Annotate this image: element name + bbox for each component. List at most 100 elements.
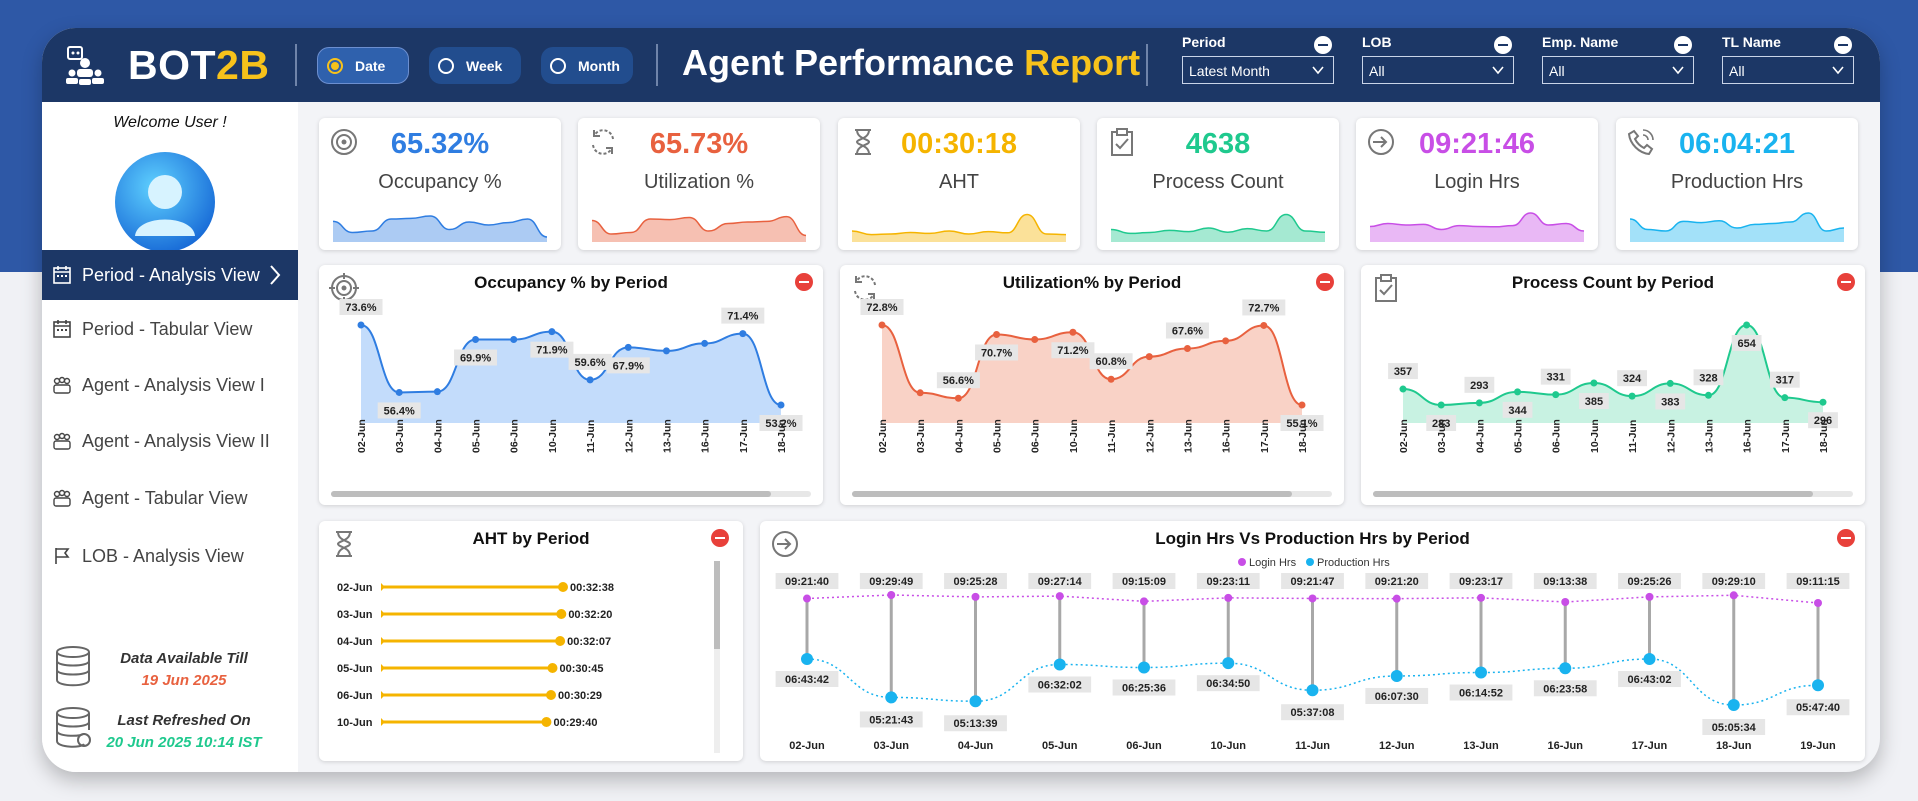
login-point[interactable] [1224,593,1233,602]
login-point[interactable] [1140,597,1148,606]
sidebar-item-label: Agent - Tabular View [82,487,248,508]
data-point[interactable] [1819,398,1827,406]
data-point[interactable] [1298,401,1306,409]
data-point[interactable] [739,330,747,338]
production-point[interactable] [801,653,813,665]
data-point[interactable] [1069,328,1077,336]
data-point[interactable] [916,389,924,397]
aht-point[interactable] [555,636,566,646]
data-point[interactable] [1704,391,1712,399]
scrollbar-thumb[interactable] [1373,491,1813,497]
login-value-label: 09:27:14 [1038,576,1083,588]
y-tick-label: 02-Jun [337,582,373,594]
data-point[interactable] [1031,335,1039,343]
sidebar-item-agent-analysis-view-ii[interactable]: Agent - Analysis View II [42,416,298,466]
data-point[interactable] [548,328,556,336]
production-point[interactable] [1222,657,1235,670]
sidebar-item-lob-analysis-view[interactable]: LOB - Analysis View [42,531,298,581]
production-point[interactable] [885,691,898,704]
data-point[interactable] [1514,388,1522,396]
production-point[interactable] [1475,666,1487,679]
aht-point[interactable] [556,609,567,619]
filter-period-select[interactable]: Latest Month [1182,56,1334,84]
data-point[interactable] [1145,353,1153,361]
data-point[interactable] [954,394,962,402]
data-point[interactable] [357,321,365,329]
data-point[interactable] [1590,379,1598,387]
x-tick-label: 04-Jun [432,419,444,453]
production-point[interactable] [1643,653,1656,666]
data-point[interactable] [1552,391,1560,399]
production-point[interactable] [1559,662,1572,675]
data-point[interactable] [510,336,518,344]
data-point[interactable] [1437,401,1445,409]
data-point[interactable] [701,339,709,347]
data-point[interactable] [1222,337,1230,345]
x-tick-label: 10-Jun [1211,740,1247,752]
login-point[interactable] [1645,592,1654,601]
aht-point[interactable] [541,717,552,727]
data-label: 293 [1470,380,1488,392]
granularity-date-button[interactable]: Date [317,47,409,84]
sidebar-item-label: Period - Tabular View [82,318,253,339]
data-point[interactable] [624,343,632,351]
production-point[interactable] [1053,658,1066,671]
login-point[interactable] [887,591,896,599]
login-point[interactable] [1392,594,1401,603]
data-point[interactable] [1183,345,1191,353]
login-point[interactable] [1561,597,1570,606]
data-point[interactable] [1260,321,1268,329]
login-point[interactable] [1814,599,1822,607]
data-point[interactable] [1781,394,1789,402]
filter-tl-name-select[interactable]: All [1722,56,1854,84]
filter-tl-name-clear-icon[interactable] [1834,36,1852,54]
filter-lob-select[interactable]: All [1362,56,1514,84]
sidebar-item-agent-tabular-view[interactable]: Agent - Tabular View [42,473,298,523]
login-point[interactable] [803,594,811,603]
filter-lob-clear-icon[interactable] [1494,36,1512,54]
login-point[interactable] [1308,594,1317,603]
production-point[interactable] [969,695,982,708]
login-point[interactable] [1477,593,1485,602]
x-tick-label: 06-Jun [1551,419,1563,453]
scrollbar-thumb[interactable] [852,491,1292,497]
data-point[interactable] [586,376,594,384]
login-point[interactable] [1729,591,1738,600]
granularity-week-button[interactable]: Week [429,47,521,84]
production-point[interactable] [1306,684,1319,697]
production-point[interactable] [1138,661,1150,674]
granularity-month-button[interactable]: Month [541,47,633,84]
data-point[interactable] [433,388,441,396]
x-tick-label: 02-Jun [789,740,825,752]
aht-point[interactable] [546,690,557,700]
sidebar-item-period-analysis-view[interactable]: Period - Analysis View [42,250,298,300]
filter-emp-name-clear-icon[interactable] [1674,36,1692,54]
data-point[interactable] [777,401,785,409]
login-point[interactable] [971,592,980,601]
aht-point[interactable] [558,582,568,592]
data-point[interactable] [1666,379,1674,387]
filter-emp-name-select[interactable]: All [1542,56,1694,84]
data-point[interactable] [395,388,403,396]
production-point[interactable] [1390,669,1403,682]
data-point[interactable] [1743,321,1751,329]
sidebar-item-agent-analysis-view-i[interactable]: Agent - Analysis View I [42,360,298,410]
x-tick-label: 11-Jun [1627,420,1639,453]
aht-bar-start [381,583,385,591]
data-point[interactable] [1628,392,1636,400]
scrollbar-thumb[interactable] [714,561,720,649]
aht-point[interactable] [547,663,558,673]
data-point[interactable] [1399,385,1407,393]
sidebar-item-period-tabular-view[interactable]: Period - Tabular View [42,304,298,354]
production-point[interactable] [1812,679,1824,692]
filter-period-clear-icon[interactable] [1314,36,1332,54]
data-point[interactable] [662,347,670,355]
login-point[interactable] [1055,592,1064,601]
data-point[interactable] [1107,375,1115,383]
data-point[interactable] [472,336,480,344]
data-point[interactable] [1475,399,1483,407]
production-point[interactable] [1727,699,1740,711]
scrollbar-thumb[interactable] [331,491,771,497]
data-point[interactable] [993,330,1001,338]
data-point[interactable] [878,321,886,329]
